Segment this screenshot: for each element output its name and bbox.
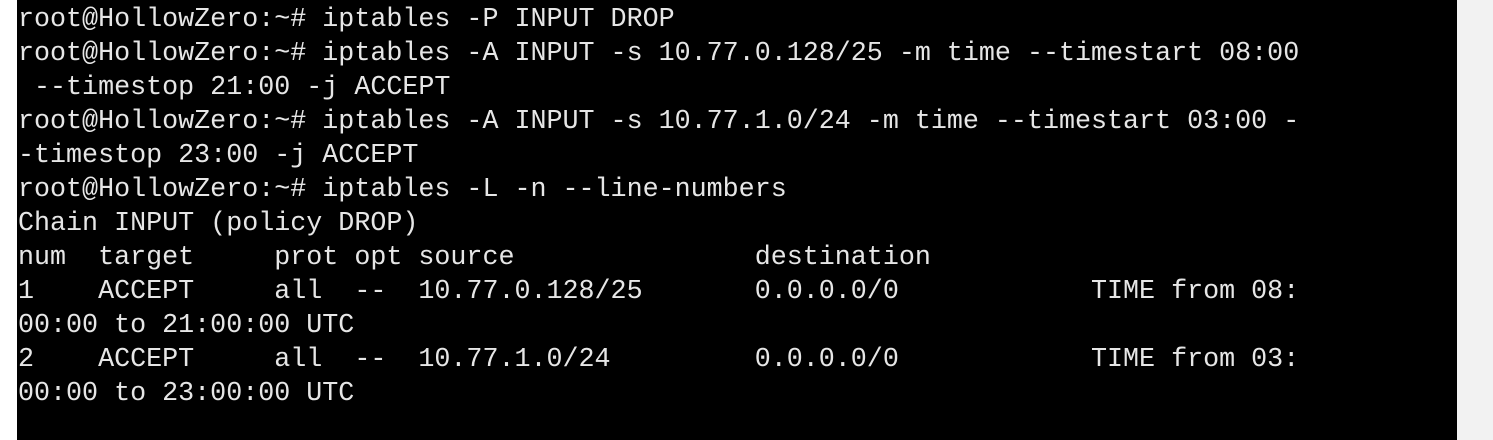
rules-table-row: 1 ACCEPT all -- 10.77.0.128/25 0.0.0.0/0… bbox=[18, 277, 1300, 307]
chain-header: Chain INPUT (policy DROP) bbox=[18, 209, 419, 239]
rules-table-row: 2 ACCEPT all -- 10.77.1.0/24 0.0.0.0/0 T… bbox=[18, 345, 1300, 375]
command-line-append-rule-1-wrap: --timestop 21:00 -j ACCEPT bbox=[18, 73, 451, 103]
terminal-output: root@HollowZero:~# iptables -P INPUT DRO… bbox=[18, 3, 1299, 411]
command-line-set-policy: root@HollowZero:~# iptables -P INPUT DRO… bbox=[18, 5, 675, 35]
command-line-append-rule-2: root@HollowZero:~# iptables -A INPUT -s … bbox=[18, 107, 1300, 137]
command-line-append-rule-1: root@HollowZero:~# iptables -A INPUT -s … bbox=[18, 39, 1300, 69]
terminal-window[interactable]: root@HollowZero:~# iptables -P INPUT DRO… bbox=[17, 0, 1457, 440]
rules-table-header: num target prot opt source destination bbox=[18, 243, 931, 273]
command-line-append-rule-2-wrap: -timestop 23:00 -j ACCEPT bbox=[18, 141, 419, 171]
rules-table-row-wrap: 00:00 to 23:00:00 UTC bbox=[18, 379, 355, 409]
window-margin bbox=[1457, 0, 1493, 440]
command-line-list-rules: root@HollowZero:~# iptables -L -n --line… bbox=[18, 175, 787, 205]
rules-table-row-wrap: 00:00 to 21:00:00 UTC bbox=[18, 311, 355, 341]
